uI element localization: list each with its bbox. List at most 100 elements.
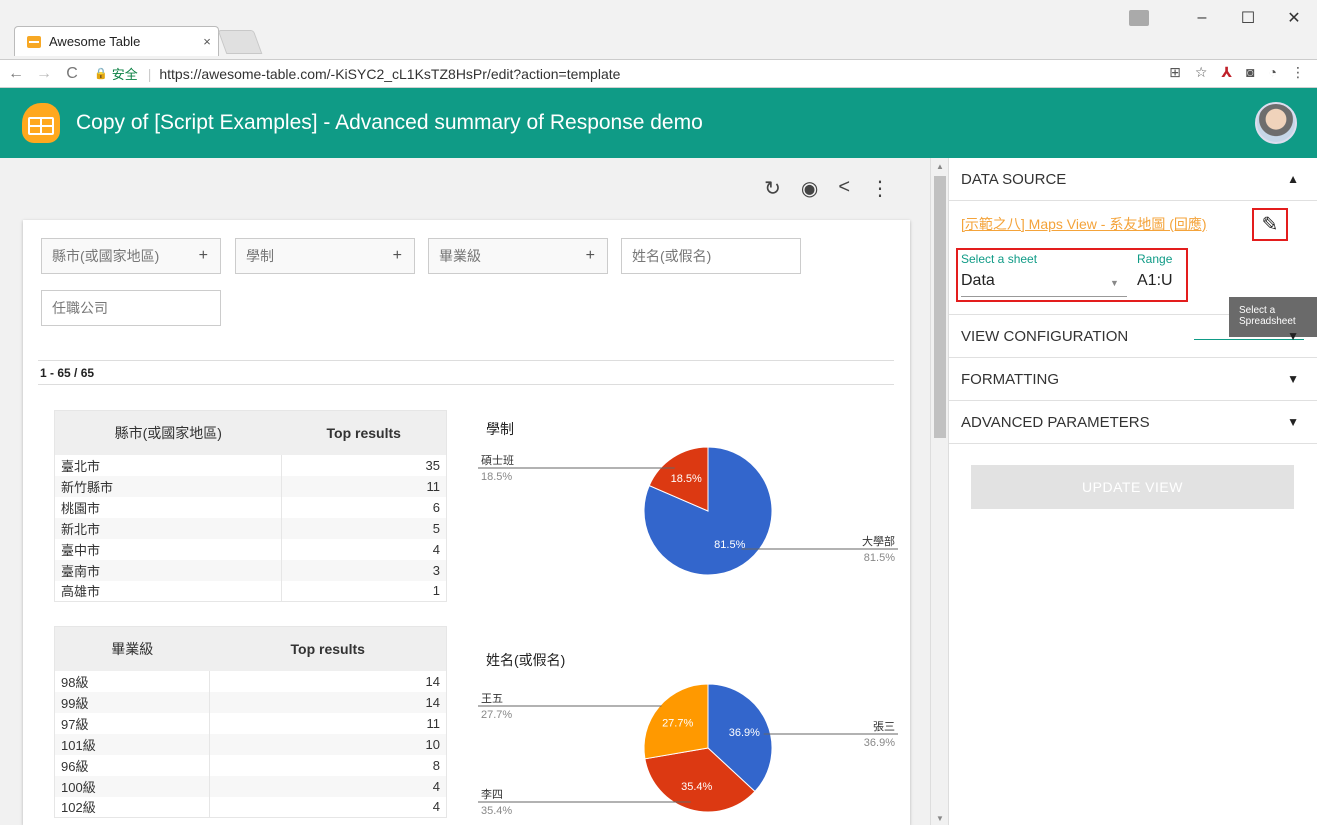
filter-grad[interactable]: 畢業級 + (428, 238, 608, 274)
minimize-button[interactable]: – (1179, 9, 1225, 27)
browser-profile-icon[interactable] (1129, 10, 1149, 26)
table-row: 100級 4 (54, 775, 447, 797)
slice-callout-percent: 36.9% (864, 737, 895, 749)
results-count: 1 - 65 / 65 (38, 360, 894, 385)
chevron-down-icon[interactable]: ▼ (1287, 329, 1299, 343)
slice-callout-percent: 81.5% (864, 552, 895, 564)
scroll-up-icon[interactable]: ▲ (936, 162, 944, 171)
section-view-configuration[interactable]: VIEW CONFIGURATION ▼ (949, 315, 1317, 358)
section-title: VIEW CONFIGURATION (961, 327, 1129, 345)
row-value: 6 (432, 499, 440, 515)
table-row: 臺南市 3 (54, 559, 447, 581)
pdf-extension-icon[interactable]: ⅄ (1221, 64, 1232, 81)
new-tab-button[interactable] (217, 30, 263, 54)
row-label: 新北市 (54, 517, 282, 539)
section-formatting[interactable]: FORMATTING ▼ (949, 358, 1317, 401)
results-count-text: 1 - 65 / 65 (40, 365, 95, 380)
table-header: Top results (209, 626, 447, 671)
scroll-down-icon[interactable]: ▼ (936, 814, 944, 823)
table-header: 畢業級 (54, 626, 210, 671)
tab-close-icon[interactable]: × (196, 34, 218, 49)
secure-label: 安全 (111, 67, 138, 82)
slice-percent-label: 81.5% (714, 539, 745, 551)
row-value: 11 (281, 475, 447, 497)
section-data-source[interactable]: DATA SOURCE ▲ (949, 158, 1317, 201)
row-value: 4 (432, 541, 440, 557)
more-vert-icon[interactable]: ⋮ (870, 176, 890, 201)
section-advanced-parameters[interactable]: ADVANCED PARAMETERS ▼ (949, 401, 1317, 444)
close-window-button[interactable]: ✕ (1271, 8, 1317, 28)
slice-name-label: 碩士班 (481, 454, 514, 467)
filter-grad-label: 畢業級 (439, 248, 481, 264)
table-row: 新竹縣市 11 (54, 475, 447, 497)
menu-dots-icon[interactable]: ⋮ (1291, 64, 1305, 81)
spreadsheet-link[interactable]: [示範之八] Maps View - 系友地圖 (回應) (961, 214, 1207, 234)
filter-city-label: 縣市(或國家地區) (52, 248, 160, 264)
url-field[interactable]: 🔒 安全 | https://awesome-table.com/-KiSYC2… (94, 64, 620, 83)
url-text: https://awesome-table.com/-KiSYC2_cL1KsT… (159, 65, 621, 82)
edit-spreadsheet-button[interactable]: ✎ (1252, 208, 1288, 241)
filter-school-label: 學制 (246, 248, 274, 264)
table-row: 臺北市 35 (54, 454, 447, 476)
filter-city[interactable]: 縣市(或國家地區) + (41, 238, 221, 274)
slice-callout-percent: 27.7% (481, 709, 512, 721)
sheet-range-group: Select a sheet Data ▼ Range A1:U (956, 248, 1188, 302)
update-view-button[interactable]: UPDATE VIEW (971, 465, 1294, 509)
tab-title: Awesome Table (49, 34, 141, 49)
row-label: 98級 (54, 670, 210, 692)
chevron-down-icon[interactable]: ▼ (1287, 415, 1299, 429)
dropdown-arrow-icon[interactable]: ▼ (1110, 278, 1119, 288)
scroll-thumb[interactable] (934, 176, 946, 438)
slice-percent-label: 18.5% (671, 473, 702, 485)
filter-name-input[interactable]: 姓名(或假名) (621, 238, 801, 274)
sheet-select[interactable]: Data (961, 272, 995, 290)
forward-arrow-icon[interactable]: → (32, 65, 56, 83)
row-value: 4 (209, 775, 447, 797)
table-row: 臺中市 4 (54, 538, 447, 560)
table-header: Top results (281, 410, 447, 455)
browser-titlebar: Awesome Table × – ☐ ✕ (0, 0, 1317, 60)
filter-company-input[interactable]: 任職公司 (41, 290, 221, 326)
bookmark-star-icon[interactable]: ☆ (1195, 64, 1208, 81)
row-value: 35 (425, 457, 440, 473)
row-label: 100級 (54, 775, 210, 797)
camera-icon[interactable]: ◙ (1246, 64, 1254, 81)
data-source-body: [示範之八] Maps View - 系友地圖 (回應) ✎ Select a … (949, 201, 1317, 340)
eye-icon[interactable]: ◉ (801, 176, 818, 201)
lock-icon: 🔒 (94, 68, 108, 80)
reload-icon[interactable]: C (60, 65, 84, 83)
back-arrow-icon[interactable]: ← (4, 65, 28, 83)
table-row: 101級 10 (54, 733, 447, 755)
preview-toolbar: ↻ ◉ < ⋮ (764, 176, 890, 201)
browser-tab[interactable]: Awesome Table × (14, 26, 219, 56)
chevron-down-icon[interactable]: ▼ (1287, 372, 1299, 386)
row-label: 101級 (54, 733, 210, 755)
table-row: 新北市 5 (54, 517, 447, 539)
awesome-table-logo-icon (20, 103, 64, 143)
share-icon[interactable]: < (838, 176, 850, 201)
chevron-up-icon[interactable]: ▲ (1287, 172, 1299, 186)
range-input[interactable]: A1:U (1137, 272, 1173, 290)
table-row: 98級 14 (54, 670, 447, 692)
summary-table-grad: 畢業級 Top results 98級 14 99級 14 97級 11 101級 10 96級… (54, 626, 447, 818)
table-preview-card: 縣市(或國家地區) + 學制 + 畢業級 + 姓名(或假名) 任職公司 1 - … (23, 220, 910, 825)
avatar[interactable] (1255, 102, 1297, 144)
chart-title-name: 姓名(或假名) (486, 652, 566, 668)
preview-scrollbar[interactable]: ▲ ▼ (930, 158, 948, 825)
slice-percent-label: 27.7% (662, 717, 693, 729)
maximize-button[interactable]: ☐ (1225, 8, 1271, 28)
awesome-table-favicon-icon (27, 35, 41, 48)
filter-school[interactable]: 學制 + (235, 238, 415, 274)
extension-icon[interactable]: ◔ (1269, 64, 1277, 81)
extension-icons: ⊞ ☆ ⅄ ◙ ◔ ⋮ (1169, 64, 1305, 81)
slice-name-label: 大學部 (862, 534, 895, 548)
translate-icon[interactable]: ⊞ (1169, 64, 1181, 81)
row-label: 新竹縣市 (54, 475, 282, 497)
section-title: DATA SOURCE (961, 170, 1067, 188)
table-header: 縣市(或國家地區) (54, 410, 282, 455)
refresh-icon[interactable]: ↻ (764, 176, 781, 201)
plus-icon: + (585, 247, 595, 264)
slice-name-label: 張三 (873, 720, 895, 733)
row-label: 99級 (54, 691, 210, 713)
name-placeholder: 姓名(或假名) (632, 248, 712, 264)
